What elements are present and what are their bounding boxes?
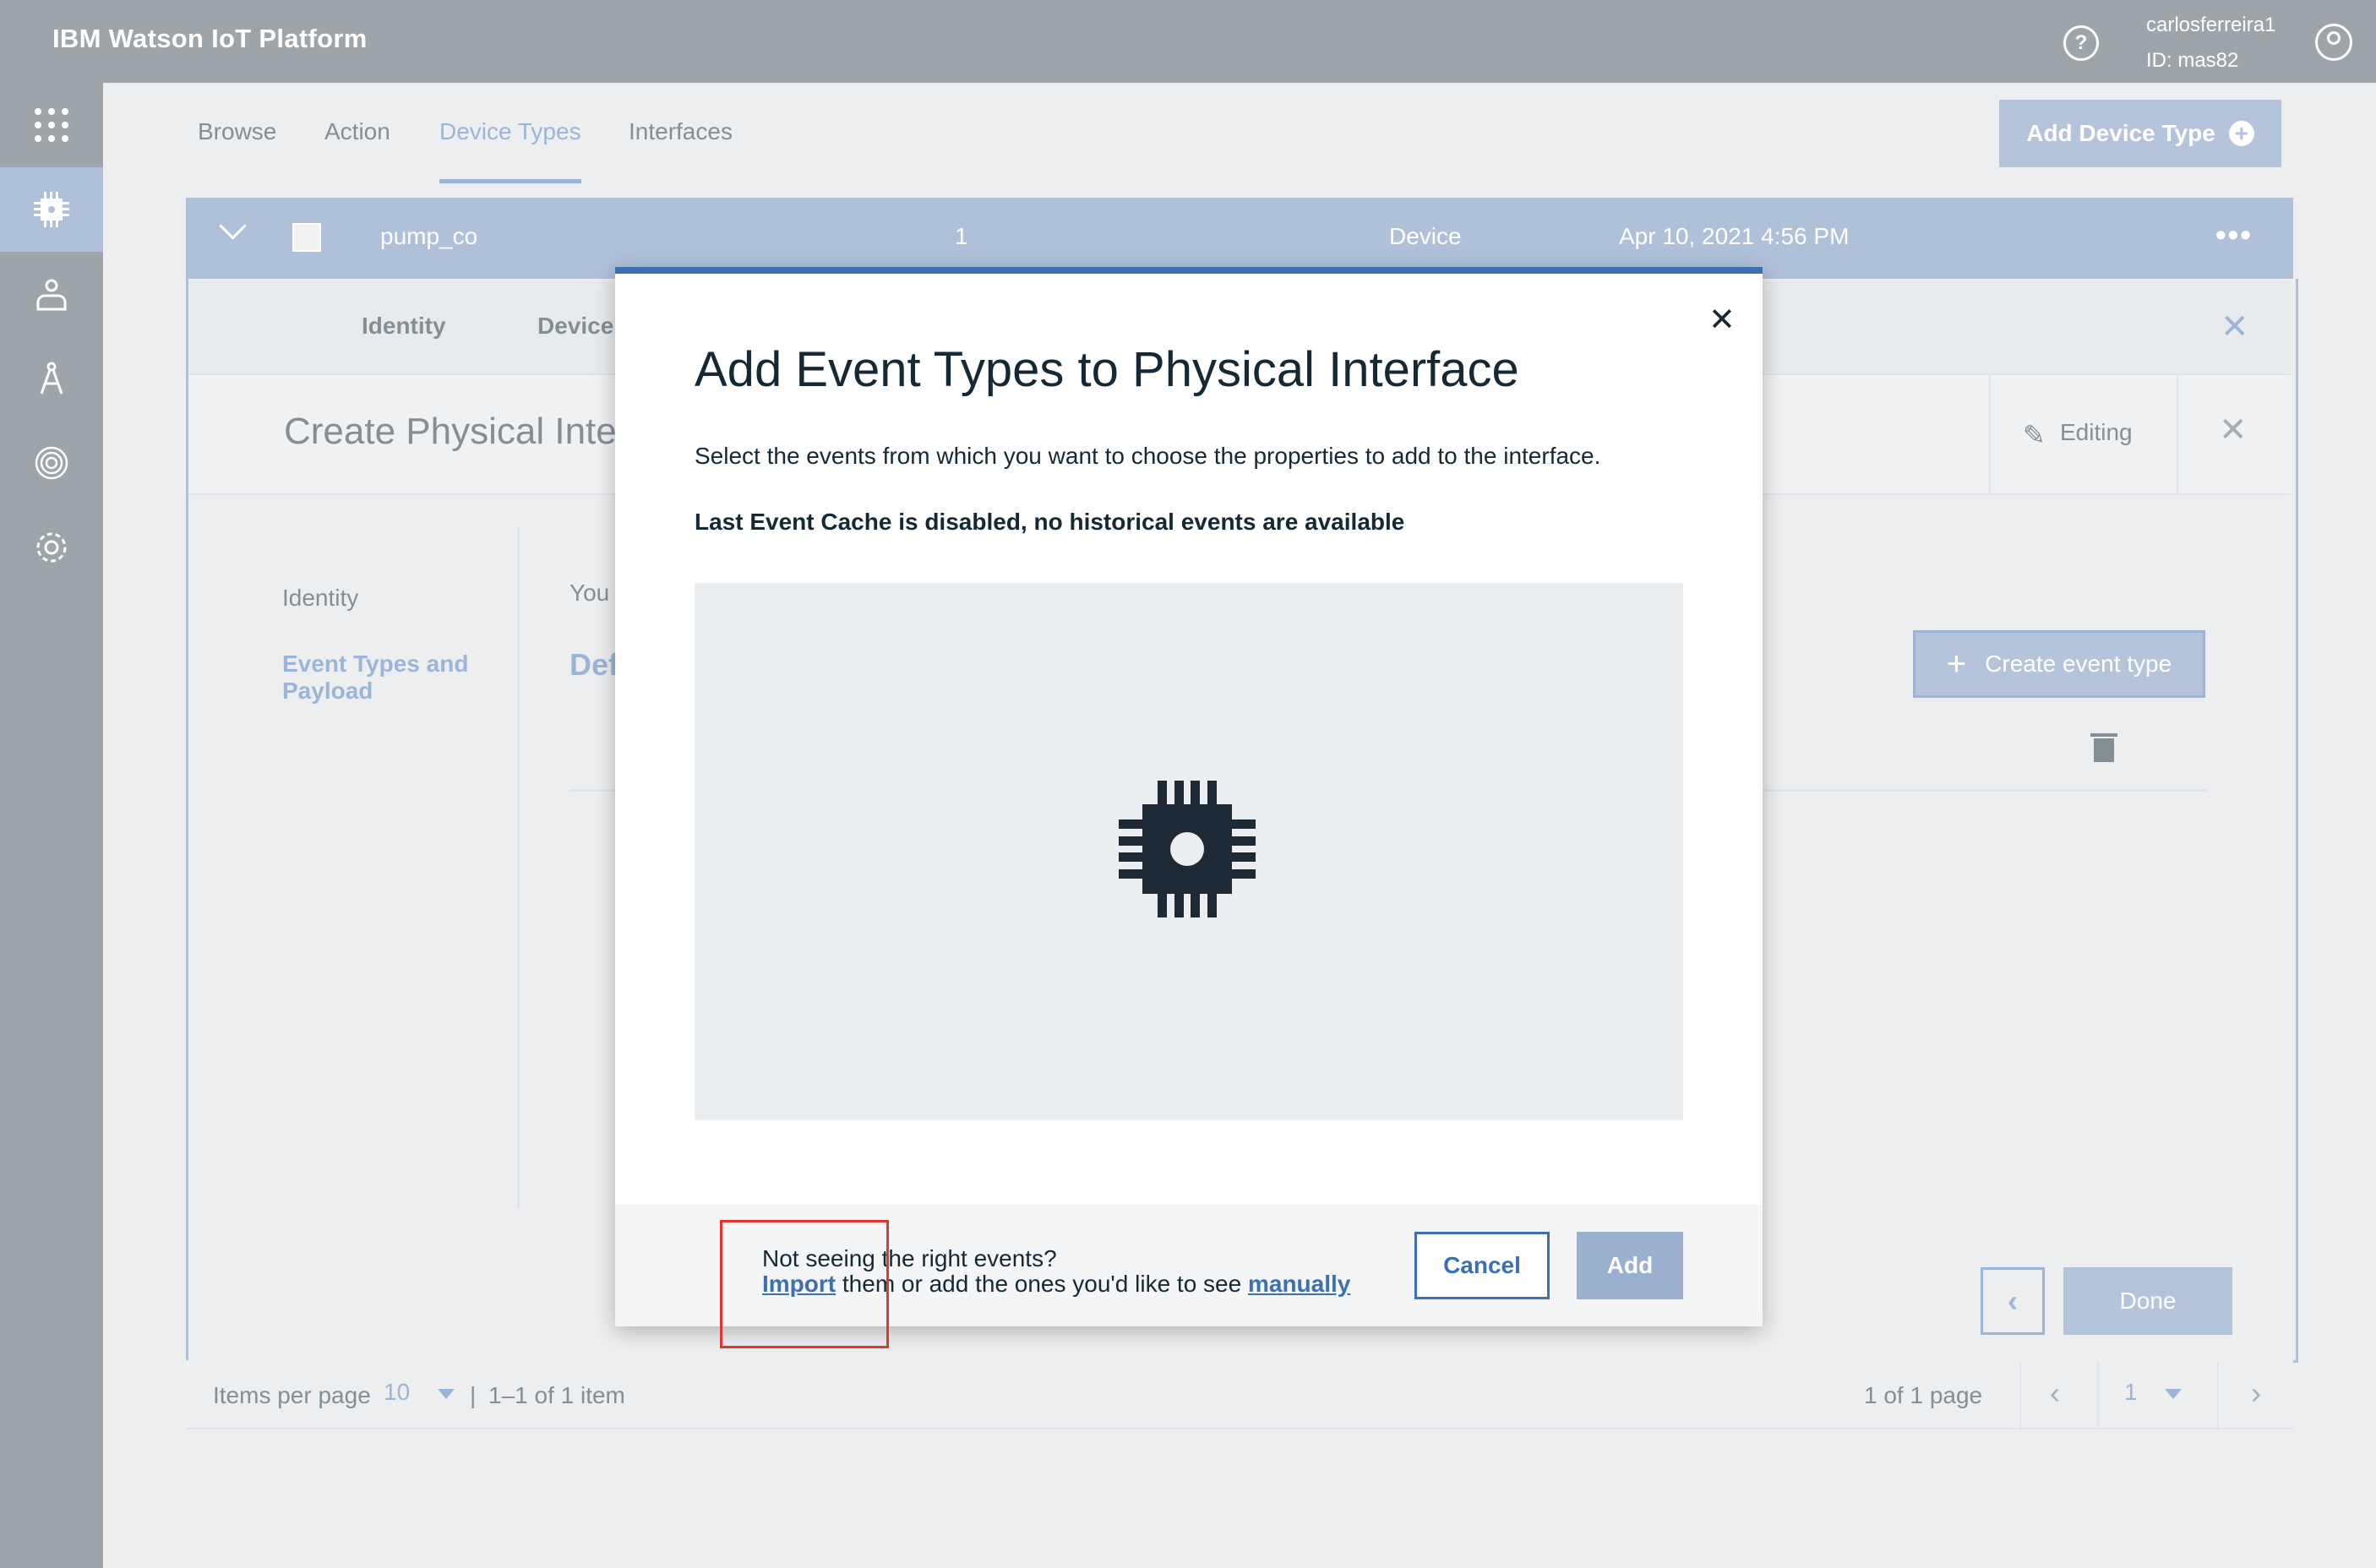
cache-warning: Last Event Cache is disabled, no histori… (695, 509, 1405, 535)
modal-description: Select the events from which you want to… (695, 443, 1601, 469)
highlight-annotation (720, 1220, 889, 1348)
manually-link[interactable]: manually (1248, 1271, 1350, 1297)
add-button[interactable]: Add (1577, 1232, 1683, 1299)
chip-icon (1119, 781, 1256, 917)
footer-middle-text: them or add the ones you'd like to see (836, 1271, 1248, 1297)
modal-title: Add Event Types to Physical Interface (695, 342, 1519, 397)
close-icon[interactable]: ✕ (1708, 301, 1736, 339)
cancel-button[interactable]: Cancel (1414, 1232, 1550, 1299)
